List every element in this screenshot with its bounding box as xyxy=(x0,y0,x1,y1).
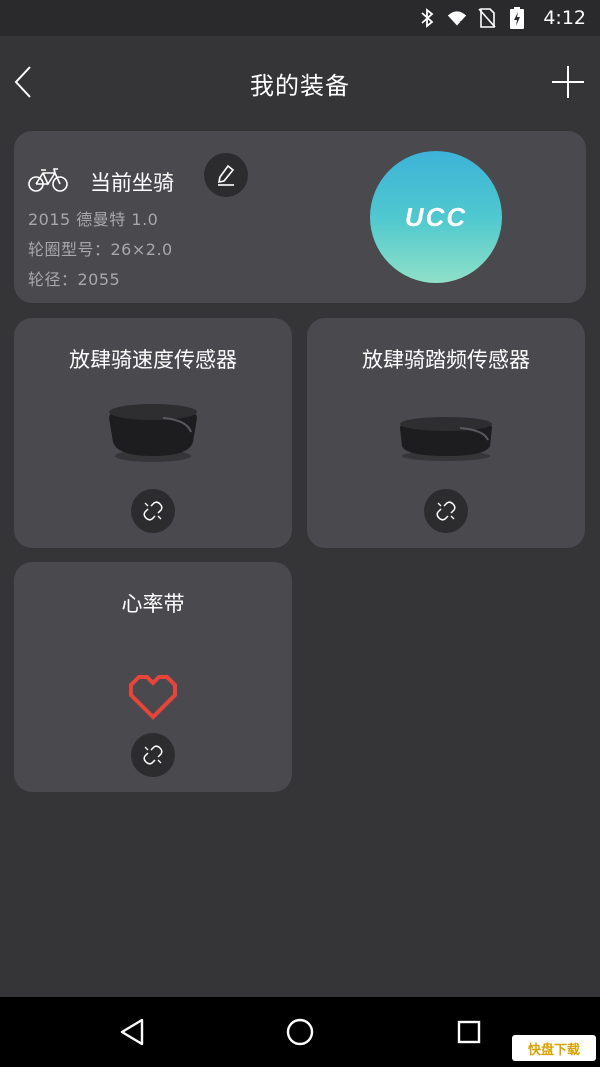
status-time: 4:12 xyxy=(543,7,586,29)
brand-logo-text: UCC xyxy=(404,201,468,232)
unlink-button[interactable] xyxy=(131,489,175,533)
bike-model: 2015 德曼特 1.0 xyxy=(28,210,159,229)
speed-sensor-icon xyxy=(14,388,292,478)
unlink-button[interactable] xyxy=(424,489,468,533)
pencil-icon xyxy=(217,164,235,186)
no-sim-icon xyxy=(477,8,497,28)
device-title: 放肆骑速度传感器 xyxy=(69,348,237,372)
nav-home-button[interactable] xyxy=(282,1014,318,1050)
square-recents-icon xyxy=(457,1020,481,1044)
speed-sensor-card[interactable]: 放肆骑速度传感器 xyxy=(14,318,292,548)
edit-bike-button[interactable] xyxy=(204,153,248,197)
unlink-icon xyxy=(436,501,456,521)
page-title: 我的装备 xyxy=(250,72,350,100)
unlink-icon xyxy=(143,745,163,765)
battery-charging-icon xyxy=(507,7,527,29)
current-bike-card[interactable]: 当前坐骑 2015 德曼特 1.0 轮圈型号：26×2.0 轮径：2055 UC… xyxy=(14,131,586,303)
bicycle-icon xyxy=(28,167,68,193)
watermark-logo: 快盘下载 xyxy=(512,1035,596,1061)
device-title: 心率带 xyxy=(121,592,185,616)
bluetooth-icon xyxy=(417,8,437,28)
cadence-sensor-icon xyxy=(307,388,585,478)
svg-text:x: x xyxy=(460,19,465,28)
unlink-icon xyxy=(143,501,163,521)
circle-home-icon xyxy=(286,1018,314,1046)
plus-icon xyxy=(552,66,584,98)
device-title: 放肆骑踏频传感器 xyxy=(362,348,530,372)
bike-title: 当前坐骑 xyxy=(90,171,174,195)
header: 我的装备 xyxy=(0,36,600,128)
heart-rate-strap-card[interactable]: 心率带 xyxy=(14,562,292,792)
wifi-icon: x xyxy=(447,8,467,28)
nav-recents-button[interactable] xyxy=(451,1014,487,1050)
heart-icon xyxy=(14,652,292,742)
cadence-sensor-card[interactable]: 放肆骑踏频传感器 xyxy=(307,318,585,548)
bike-rim-size: 轮圈型号：26×2.0 xyxy=(28,240,173,259)
unlink-button[interactable] xyxy=(131,733,175,777)
add-device-button[interactable] xyxy=(550,64,586,100)
status-bar: x 4:12 xyxy=(0,0,600,36)
triangle-back-icon xyxy=(120,1018,144,1046)
bike-wheel-circumference: 轮径：2055 xyxy=(28,270,121,289)
brand-logo: UCC xyxy=(370,151,502,283)
system-nav-bar: 快盘下载 xyxy=(0,997,600,1067)
nav-back-button[interactable] xyxy=(114,1014,150,1050)
